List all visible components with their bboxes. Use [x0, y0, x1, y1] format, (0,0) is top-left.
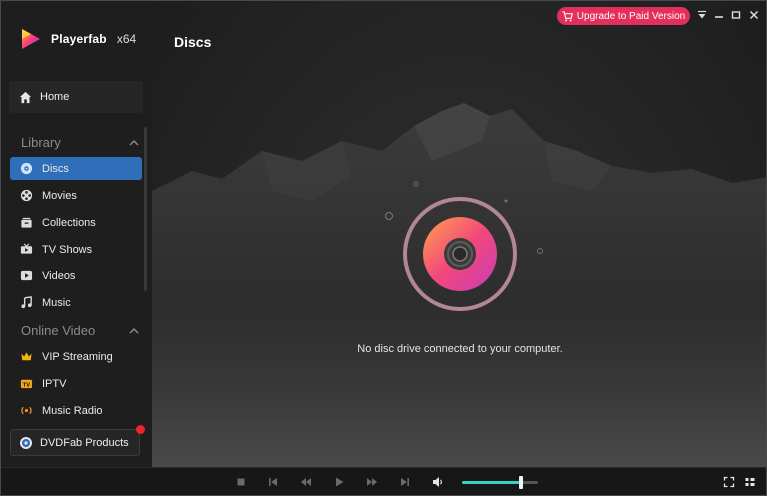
play-icon[interactable] [333, 476, 345, 488]
dvdfab-logo-icon [20, 436, 32, 449]
next-track-icon[interactable] [399, 476, 411, 488]
volume-level-fill [462, 481, 521, 484]
chevron-up-icon [129, 139, 139, 145]
no-disc-message: No disc drive connected to your computer… [357, 343, 563, 355]
chevron-up-icon [129, 327, 139, 333]
dvdfab-products-button[interactable]: DVDFab Products [10, 425, 145, 456]
library-section-header[interactable]: Library [21, 135, 139, 150]
tv-icon [20, 243, 33, 254]
volume-slider-thumb[interactable] [519, 476, 523, 489]
app-logo: Playerfab x64 [19, 27, 136, 51]
app-name: Playerfab [51, 32, 107, 46]
upgrade-label: Upgrade to Paid Version [576, 10, 686, 22]
close-icon[interactable] [748, 9, 760, 21]
sidebar: Playerfab x64 Home Library Discs Movies … [1, 1, 152, 467]
iptv-icon: TV [20, 379, 33, 388]
sidebar-scrollbar[interactable] [144, 127, 147, 291]
fullscreen-icon[interactable] [723, 476, 735, 488]
video-play-icon [20, 270, 33, 281]
playlist-icon[interactable] [744, 476, 756, 488]
disc-icon [20, 162, 33, 175]
notification-badge [136, 425, 145, 434]
minimize-icon[interactable] [713, 9, 725, 21]
rewind-icon[interactable] [300, 476, 312, 488]
sidebar-item-iptv[interactable]: TV IPTV [10, 372, 142, 395]
upgrade-button[interactable]: Upgrade to Paid Version [557, 7, 690, 25]
player-control-bar [1, 467, 766, 495]
cart-icon [562, 10, 573, 21]
sidebar-item-collections[interactable]: Collections [10, 211, 142, 234]
maximize-icon[interactable] [730, 9, 742, 21]
svg-text:TV: TV [23, 382, 30, 388]
radio-icon [21, 406, 32, 415]
online-video-title: Online Video [21, 323, 96, 338]
sidebar-item-vip-streaming[interactable]: VIP Streaming [10, 345, 142, 368]
app-arch: x64 [116, 32, 137, 46]
sidebar-item-music[interactable]: Music [10, 291, 142, 314]
sidebar-item-music-radio[interactable]: Music Radio [10, 399, 142, 422]
sidebar-item-videos[interactable]: Videos [10, 264, 142, 287]
home-button[interactable]: Home [9, 81, 143, 113]
fast-forward-icon[interactable] [366, 476, 378, 488]
playerfab-logo-icon [22, 29, 40, 49]
home-label: Home [40, 91, 70, 103]
library-title: Library [21, 135, 61, 150]
app-window: Playerfab x64 Home Library Discs Movies … [0, 0, 767, 496]
disc-placeholder-icon [403, 197, 517, 311]
main-panel: Discs Upgrade to Paid Version No disc dr… [152, 1, 766, 467]
page-title: Discs [174, 34, 212, 50]
sidebar-item-discs[interactable]: Discs [10, 157, 142, 180]
online-video-section-header[interactable]: Online Video [21, 323, 139, 338]
stop-icon[interactable] [235, 476, 247, 488]
film-reel-icon [20, 189, 33, 202]
music-note-icon [21, 296, 32, 309]
previous-track-icon[interactable] [267, 476, 279, 488]
sidebar-item-tv-shows[interactable]: TV Shows [10, 238, 142, 261]
volume-icon[interactable] [432, 476, 444, 488]
crown-icon [21, 352, 32, 361]
menu-dropdown-icon[interactable] [696, 9, 708, 21]
home-icon [19, 91, 32, 103]
volume-slider[interactable] [462, 476, 538, 489]
collections-icon [21, 217, 32, 228]
sidebar-item-movies[interactable]: Movies [10, 184, 142, 207]
